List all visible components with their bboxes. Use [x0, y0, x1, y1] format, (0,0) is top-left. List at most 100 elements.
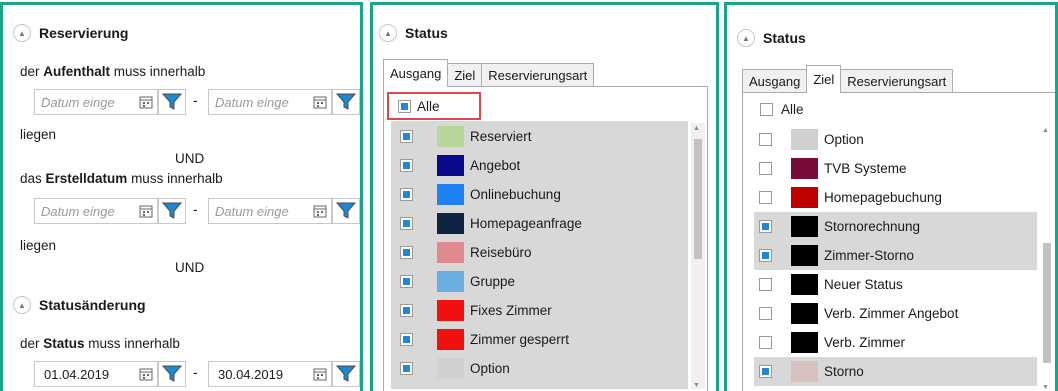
status-color-swatch	[437, 271, 464, 292]
select-all-label: Alle	[781, 101, 804, 117]
status-label: Fixes Zimmer	[470, 303, 552, 318]
status-color-swatch	[437, 155, 464, 176]
status-checkbox[interactable]	[400, 188, 413, 201]
status-label: Verb. Zimmer Angebot	[824, 306, 959, 321]
aufenthalt-label: der Aufenthalt muss innerhalb	[20, 64, 206, 79]
scroll-thumb[interactable]	[694, 139, 702, 259]
status-label: Option	[824, 132, 864, 147]
status-list-item[interactable]: Onlinebuchung	[391, 180, 688, 209]
filter-button[interactable]	[158, 89, 186, 115]
filter-button[interactable]	[332, 361, 360, 387]
scroll-down-icon[interactable]: ▼	[1042, 384, 1049, 391]
status-list-item[interactable]: Gruppe	[391, 267, 688, 296]
status-list-item[interactable]: Homepageanfrage	[391, 209, 688, 238]
status-color-swatch	[791, 216, 818, 237]
filter-button[interactable]	[332, 89, 360, 115]
status-checkbox[interactable]	[400, 275, 413, 288]
calendar-icon[interactable]	[313, 367, 327, 381]
filter-button[interactable]	[332, 198, 360, 224]
tab-ziel[interactable]: Ziel	[447, 63, 483, 87]
filter-button[interactable]	[158, 361, 186, 387]
select-all[interactable]: Alle	[760, 97, 804, 121]
section-title: Status	[405, 25, 448, 41]
status-from-date-input[interactable]: 01.04.2019	[34, 361, 158, 387]
scroll-up-icon[interactable]: ▲	[693, 125, 700, 132]
status-list-item[interactable]: Neuer Status	[754, 270, 1037, 299]
scrollbar[interactable]: ▲ ▼	[1040, 125, 1054, 391]
scroll-thumb[interactable]	[1043, 243, 1051, 363]
status-checkbox[interactable]	[759, 307, 772, 320]
status-checkbox[interactable]	[400, 333, 413, 346]
tab-reservierungsart[interactable]: Reservierungsart	[840, 69, 954, 93]
status-color-swatch	[791, 245, 818, 266]
status-checkbox[interactable]	[400, 130, 413, 143]
created-from-date-input[interactable]: Datum einge	[34, 198, 158, 224]
status-list-item[interactable]: Verb. Zimmer Angebot	[754, 299, 1037, 328]
status-label: Zimmer gesperrt	[470, 332, 570, 347]
status-list-item[interactable]: Fixes Zimmer	[391, 296, 688, 325]
status-list-item[interactable]: TVB Systeme	[754, 154, 1037, 183]
status-list-item[interactable]: Zimmer gesperrt	[391, 325, 688, 354]
stay-from-date-input[interactable]: Datum einge	[34, 89, 158, 115]
section-header-status[interactable]: ▲ Status	[737, 29, 806, 47]
status-list-item[interactable]: Stornorechnung	[754, 212, 1037, 241]
status-checkbox[interactable]	[759, 249, 772, 262]
tab-ausgang[interactable]: Ausgang	[383, 59, 449, 87]
status-checkbox[interactable]	[400, 217, 413, 230]
tab-ziel[interactable]: Ziel	[806, 65, 842, 93]
status-checkbox[interactable]	[759, 162, 772, 175]
status-list-item[interactable]: Reisebüro	[391, 238, 688, 267]
collapse-icon[interactable]: ▲	[379, 24, 397, 42]
created-to-date-input[interactable]: Datum einge	[208, 198, 332, 224]
filter-icon	[162, 202, 182, 219]
status-checkbox[interactable]	[759, 278, 772, 291]
section-header-reservation[interactable]: ▲ Reservierung	[13, 24, 128, 42]
tab-strip: Ausgang Ziel Reservierungsart	[383, 59, 595, 87]
filter-button[interactable]	[158, 198, 186, 224]
status-list-item[interactable]: Reserviert	[391, 122, 688, 151]
status-list-item[interactable]: Option	[391, 354, 688, 383]
status-checkbox[interactable]	[759, 336, 772, 349]
tab-strip: Ausgang Ziel Reservierungsart	[742, 65, 954, 93]
status-checkbox[interactable]	[759, 220, 772, 233]
calendar-icon[interactable]	[313, 95, 327, 109]
stay-to-date-input[interactable]: Datum einge	[208, 89, 332, 115]
status-list-item[interactable]: Zimmer-Storno	[754, 241, 1037, 270]
calendar-icon[interactable]	[313, 204, 327, 218]
calendar-icon[interactable]	[139, 95, 153, 109]
status-list-item[interactable]: Option	[754, 125, 1037, 154]
collapse-icon[interactable]: ▲	[737, 29, 755, 47]
status-checkbox[interactable]	[400, 304, 413, 317]
range-dash: -	[193, 201, 198, 217]
status-checkbox[interactable]	[400, 246, 413, 259]
status-checkbox[interactable]	[400, 362, 413, 375]
status-to-date-input[interactable]: 30.04.2019	[208, 361, 332, 387]
status-color-swatch	[437, 358, 464, 379]
status-checkbox[interactable]	[759, 191, 772, 204]
section-header-status-change[interactable]: ▲ Statusänderung	[13, 296, 146, 314]
status-checkbox[interactable]	[759, 133, 772, 146]
scroll-up-icon[interactable]: ▲	[1042, 127, 1049, 134]
collapse-icon[interactable]: ▲	[13, 24, 31, 42]
select-all-highlight[interactable]: Alle	[387, 92, 481, 120]
section-header-status[interactable]: ▲ Status	[379, 24, 448, 42]
status-checkbox[interactable]	[400, 159, 413, 172]
select-all-checkbox[interactable]	[398, 99, 411, 113]
scrollbar[interactable]: ▲ ▼	[691, 123, 705, 389]
status-label: Angebot	[470, 158, 521, 173]
select-all-checkbox[interactable]	[760, 102, 773, 116]
scroll-down-icon[interactable]: ▼	[693, 382, 700, 389]
status-list-item[interactable]: Angebot	[391, 151, 688, 180]
status-checkbox[interactable]	[759, 365, 772, 378]
collapse-icon[interactable]: ▲	[13, 296, 31, 314]
tab-reservierungsart[interactable]: Reservierungsart	[481, 63, 595, 87]
calendar-icon[interactable]	[139, 367, 153, 381]
status-list-item[interactable]: Homepagebuchung	[754, 183, 1037, 212]
status-list-item[interactable]: Storno	[754, 357, 1037, 386]
status-color-swatch	[791, 303, 818, 324]
filter-icon	[336, 365, 356, 382]
tab-ausgang[interactable]: Ausgang	[742, 69, 808, 93]
filter-icon	[336, 93, 356, 110]
status-list-item[interactable]: Verb. Zimmer	[754, 328, 1037, 357]
calendar-icon[interactable]	[139, 204, 153, 218]
